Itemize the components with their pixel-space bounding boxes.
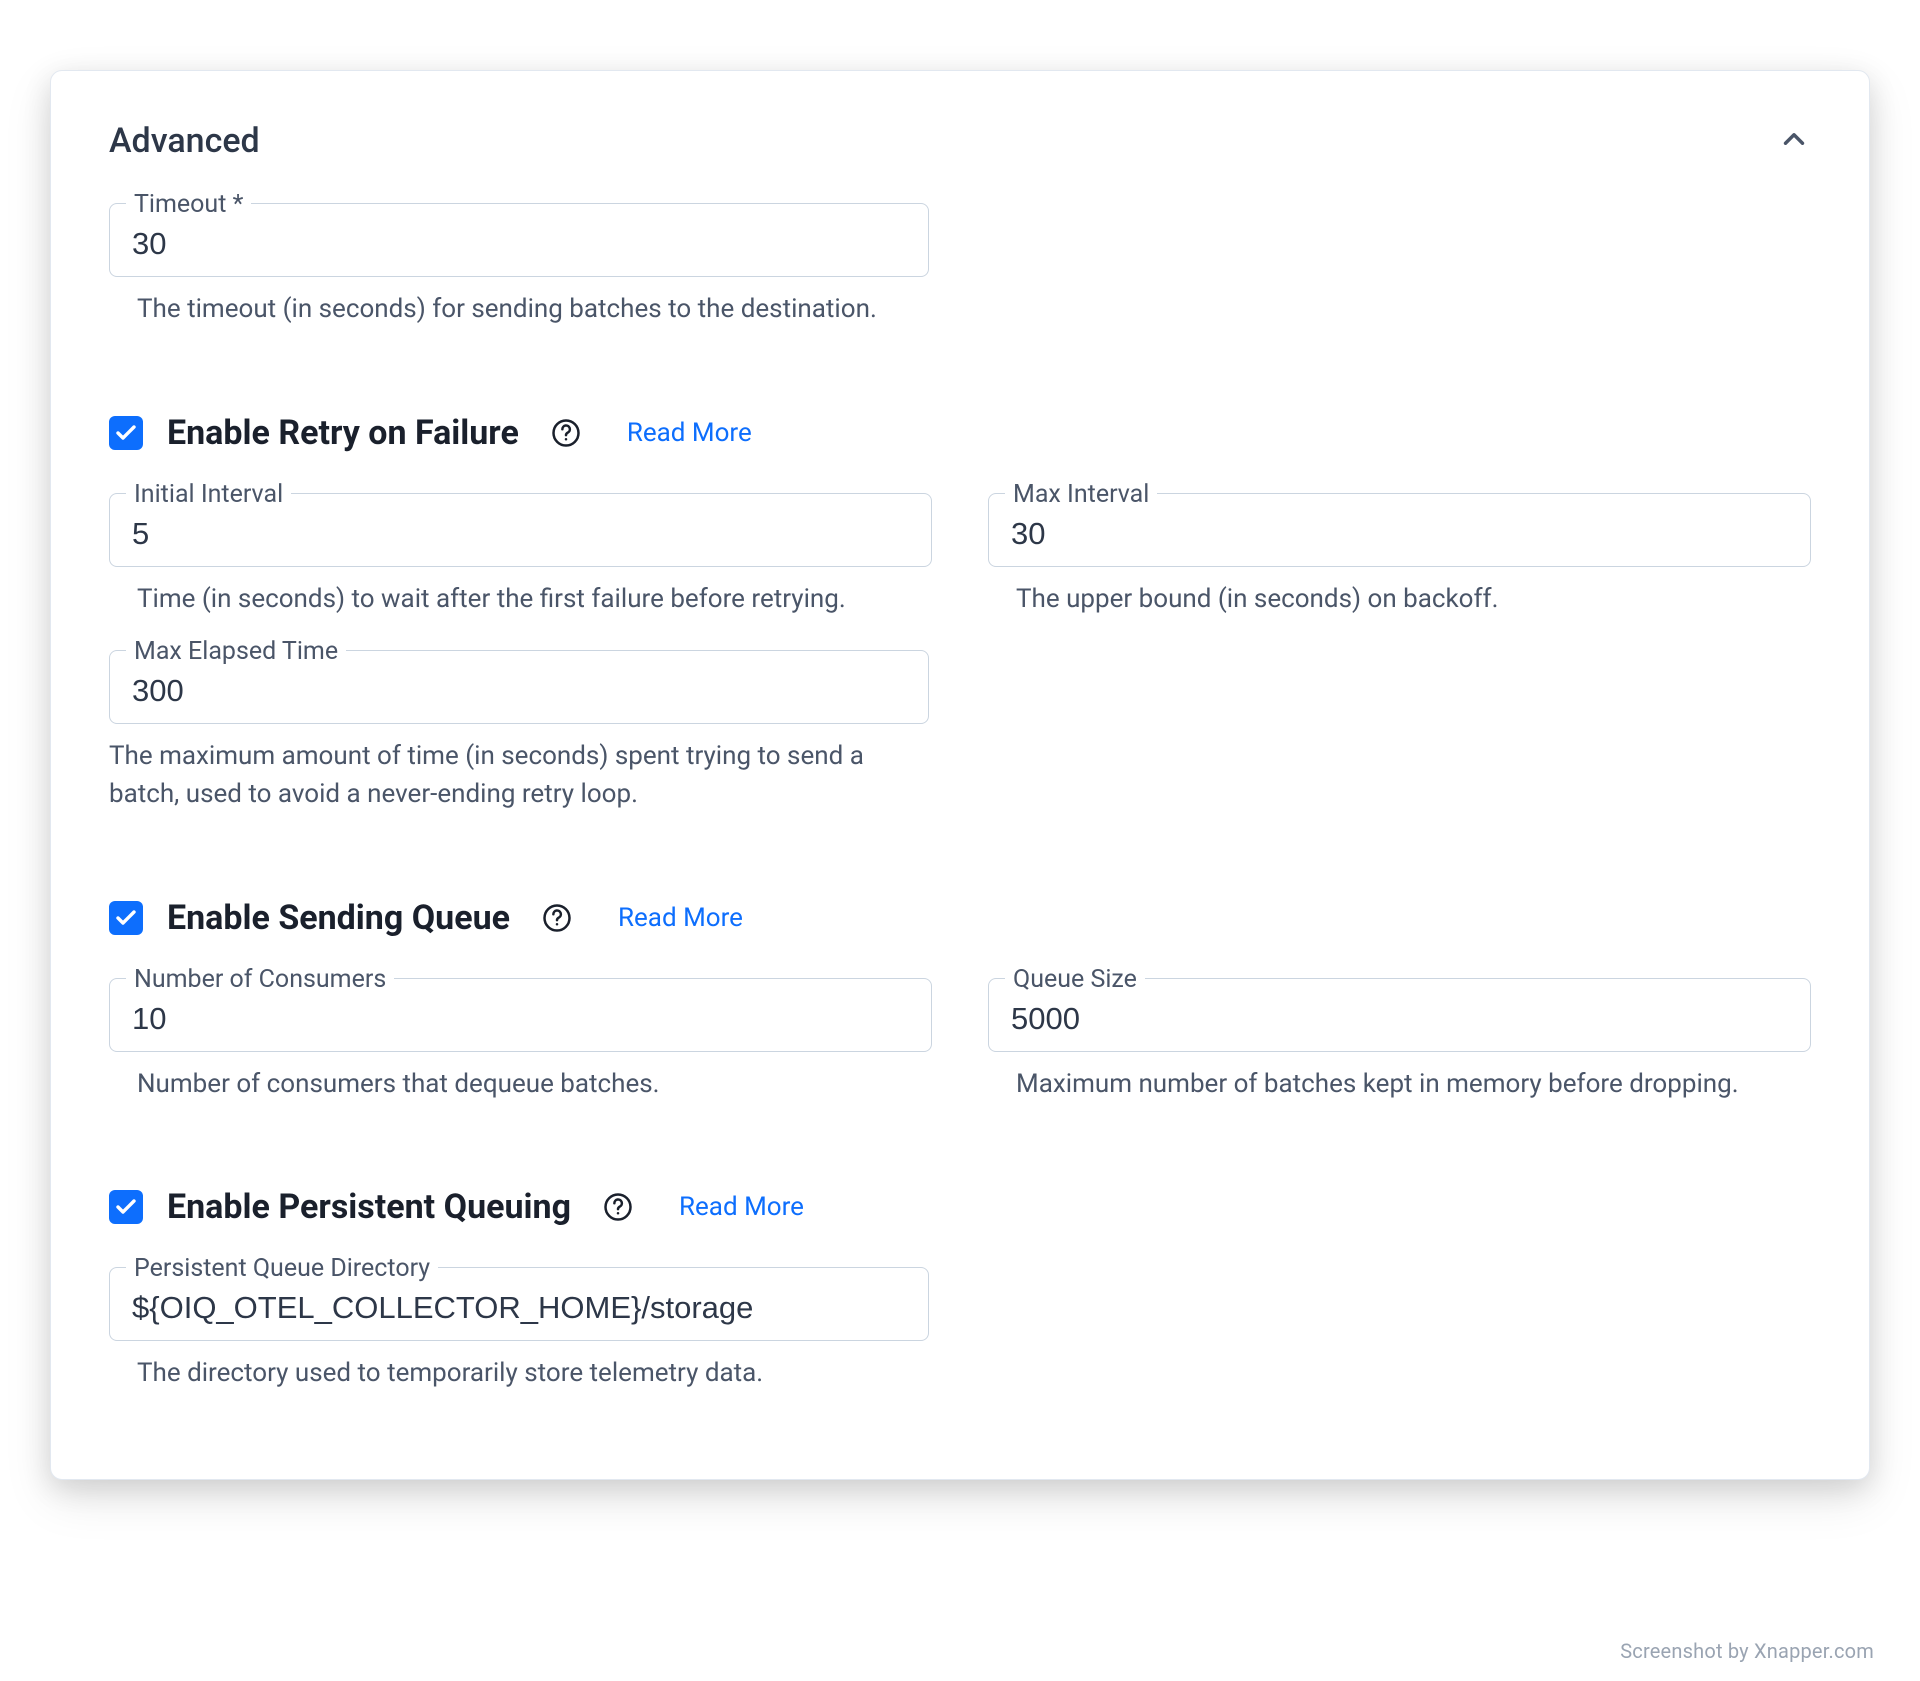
initial-interval-input[interactable] [132,516,909,552]
consumers-input[interactable] [132,1001,909,1037]
retry-checkbox[interactable] [109,416,143,450]
persist-dir-helper: The directory used to temporarily store … [137,1355,929,1393]
queue-size-label: Queue Size [1005,965,1145,994]
persist-read-more-link[interactable]: Read More [679,1192,804,1222]
retry-feature-row: Enable Retry on Failure Read More [109,413,1811,453]
queue-read-more-link[interactable]: Read More [618,903,743,933]
timeout-helper: The timeout (in seconds) for sending bat… [137,291,929,329]
initial-interval-helper: Time (in seconds) to wait after the firs… [137,581,932,619]
advanced-panel: Advanced Timeout * The timeout (in secon… [50,70,1870,1480]
persist-feature-row: Enable Persistent Queuing Read More [109,1187,1811,1227]
initial-interval-label: Initial Interval [126,480,291,509]
max-elapsed-field: Max Elapsed Time [109,650,929,724]
persist-dir-input[interactable] [132,1290,906,1326]
section-title: Advanced [109,121,260,161]
queue-checkbox[interactable] [109,901,143,935]
attribution-text: Screenshot by Xnapper.com [1620,1639,1874,1663]
max-interval-helper: The upper bound (in seconds) on backoff. [1016,581,1811,619]
persist-label: Enable Persistent Queuing [167,1187,571,1227]
question-circle-icon[interactable] [540,901,574,935]
timeout-input[interactable] [132,226,906,262]
retry-read-more-link[interactable]: Read More [627,418,752,448]
initial-interval-field: Initial Interval [109,493,932,567]
retry-label: Enable Retry on Failure [167,413,519,453]
max-interval-field: Max Interval [988,493,1811,567]
persist-dir-label: Persistent Queue Directory [126,1254,438,1283]
max-elapsed-helper: The maximum amount of time (in seconds) … [109,738,929,813]
persist-dir-field: Persistent Queue Directory [109,1267,929,1341]
queue-size-field: Queue Size [988,978,1811,1052]
consumers-label: Number of Consumers [126,965,394,994]
section-header[interactable]: Advanced [109,121,1811,161]
queue-size-helper: Maximum number of batches kept in memory… [1016,1066,1811,1104]
question-circle-icon[interactable] [549,416,583,450]
question-circle-icon[interactable] [601,1190,635,1224]
consumers-helper: Number of consumers that dequeue batches… [137,1066,932,1104]
max-elapsed-input[interactable] [132,673,906,709]
queue-feature-row: Enable Sending Queue Read More [109,898,1811,938]
chevron-up-icon[interactable] [1777,122,1811,160]
persist-checkbox[interactable] [109,1190,143,1224]
queue-label: Enable Sending Queue [167,898,510,938]
max-interval-input[interactable] [1011,516,1788,552]
timeout-label: Timeout * [126,190,251,219]
consumers-field: Number of Consumers [109,978,932,1052]
queue-size-input[interactable] [1011,1001,1788,1037]
max-elapsed-label: Max Elapsed Time [126,637,346,666]
max-interval-label: Max Interval [1005,480,1157,509]
timeout-field: Timeout * [109,203,929,277]
